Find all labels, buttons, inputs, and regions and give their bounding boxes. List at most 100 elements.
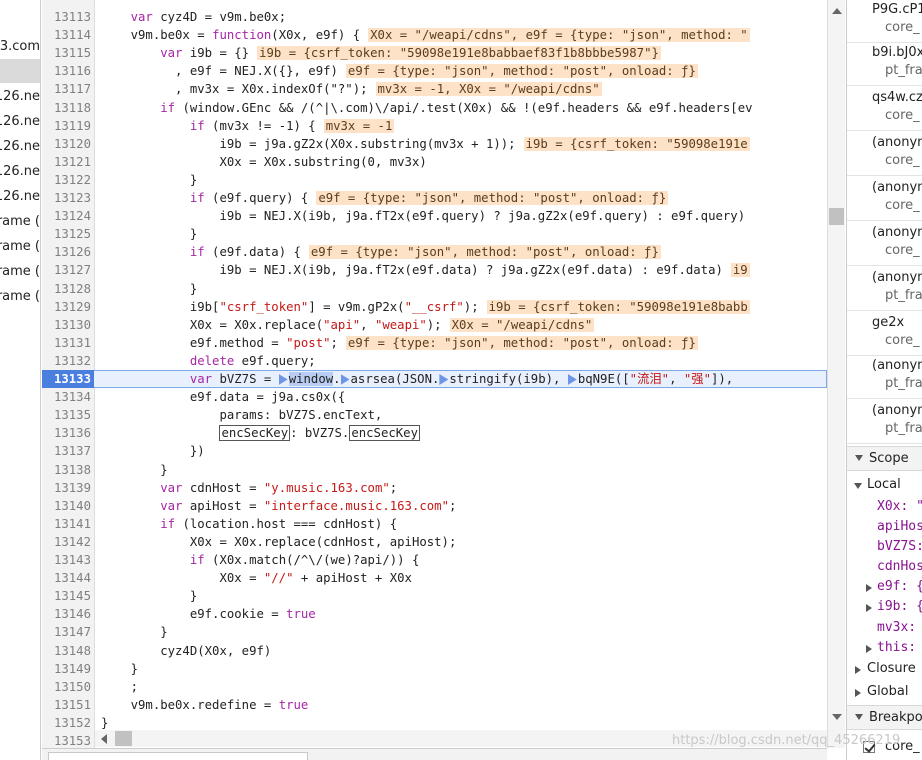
- code-line[interactable]: 13142 X0x = X0x.replace(cdnHost, apiHost…: [42, 533, 827, 551]
- file-tree-item[interactable]: [0, 59, 40, 83]
- code-line[interactable]: 13129 i9b["csrf_token"] = v9m.gP2x("__cs…: [42, 298, 827, 316]
- line-number[interactable]: 13122: [42, 171, 91, 189]
- line-number[interactable]: 13133: [42, 370, 94, 388]
- file-tree-item[interactable]: 126.ne: [0, 185, 40, 209]
- code-line[interactable]: 13143 if (X0x.match(/^\/(we)?api/)) {: [42, 551, 827, 569]
- scroll-left-arrow-icon[interactable]: [101, 734, 107, 744]
- expand-triangle-icon[interactable]: [854, 483, 862, 489]
- step-marker-icon[interactable]: [340, 374, 350, 385]
- find-field[interactable]: [48, 752, 308, 760]
- expand-triangle-icon[interactable]: [866, 645, 872, 653]
- file-tree-item[interactable]: 126.ne: [0, 135, 40, 159]
- code-line[interactable]: 13127 i9b = NEJ.X(i9b, j9a.fT2x(e9f.data…: [42, 261, 827, 279]
- scope-var-cdnhost[interactable]: cdnHos: [877, 559, 922, 574]
- scrollbar-thumb[interactable]: [829, 208, 844, 225]
- scope-section-header[interactable]: Scope: [847, 446, 922, 471]
- scope-closure[interactable]: Closure: [867, 661, 916, 676]
- code-line[interactable]: 13140 var apiHost = "interface.music.163…: [42, 497, 827, 515]
- call-frame[interactable]: (anonym pt_fra: [847, 399, 922, 444]
- line-number[interactable]: 13121: [42, 153, 91, 171]
- code-line[interactable]: 13117 , mv3x = X0x.indexOf("?"); mv3x = -…: [42, 80, 827, 98]
- line-number[interactable]: 13145: [42, 587, 91, 605]
- scrollbar-thumb[interactable]: [115, 731, 132, 746]
- line-number[interactable]: 13113: [42, 8, 91, 26]
- line-number[interactable]: 13117: [42, 80, 91, 98]
- code-line[interactable]: 13137 }): [42, 442, 827, 460]
- line-number[interactable]: 13130: [42, 316, 91, 334]
- code-line[interactable]: 13147 }: [42, 623, 827, 641]
- code-line[interactable]: 13113 var cyz4D = v9m.be0x;: [42, 8, 827, 26]
- code-line[interactable]: 13116 , e9f = NEJ.X({}, e9f) e9f = {type:…: [42, 62, 827, 80]
- line-number[interactable]: 13153: [42, 732, 91, 748]
- line-number[interactable]: 13150: [42, 678, 91, 696]
- line-number[interactable]: 13114: [42, 26, 91, 44]
- code-line[interactable]: 13146 e9f.cookie = true: [42, 605, 827, 623]
- line-number[interactable]: 13129: [42, 298, 91, 316]
- editor-vertical-scrollbar[interactable]: [827, 0, 845, 748]
- expand-triangle-icon[interactable]: [855, 689, 861, 697]
- code-line[interactable]: 13141 if (location.host === cdnHost) {: [42, 515, 827, 533]
- expand-triangle-icon[interactable]: [866, 604, 872, 612]
- code-line[interactable]: 13124 i9b = NEJ.X(i9b, j9a.fT2x(e9f.quer…: [42, 207, 827, 225]
- line-number[interactable]: 13140: [42, 497, 91, 515]
- call-frame[interactable]: P9G.cP1 core_: [847, 0, 922, 43]
- line-number[interactable]: 13149: [42, 660, 91, 678]
- line-number[interactable]: 13136: [42, 424, 91, 442]
- call-frame[interactable]: b9i.bJ0x pt_fra: [847, 41, 922, 86]
- code-line[interactable]: 13121 X0x = X0x.substring(0, mv3x): [42, 153, 827, 171]
- code-line[interactable]: 13134 e9f.data = j9a.cs0x({: [42, 388, 827, 406]
- line-number[interactable]: 13124: [42, 207, 91, 225]
- file-tree-item[interactable]: 126.ne: [0, 85, 40, 109]
- code-line[interactable]: 13138 }: [42, 461, 827, 479]
- current-execution-line[interactable]: 13133 var bVZ7S = window. asrsea(JSON. str…: [42, 370, 827, 389]
- line-number[interactable]: 13119: [42, 117, 91, 135]
- line-number[interactable]: 13131: [42, 334, 91, 352]
- line-number[interactable]: 13137: [42, 442, 91, 460]
- code-line[interactable]: 13118 if (window.GEnc && /(^|\.com)\/api…: [42, 99, 827, 117]
- file-tree-item[interactable]: 126.ne: [0, 110, 40, 134]
- call-frame[interactable]: qs4w.cz core_: [847, 86, 922, 131]
- scope-var-bvz7s[interactable]: bVZ7S:: [877, 539, 922, 554]
- file-tree-item[interactable]: rame (: [0, 260, 40, 284]
- step-marker-icon[interactable]: [278, 374, 288, 385]
- expand-triangle-icon[interactable]: [866, 584, 872, 592]
- expand-triangle-icon[interactable]: [855, 666, 861, 674]
- code-line[interactable]: 13119 if (mv3x != -1) {mv3x = -1: [42, 117, 827, 135]
- call-frame[interactable]: ge2x core_: [847, 311, 922, 356]
- code-line[interactable]: 13144 X0x = "//" + apiHost + X0x: [42, 569, 827, 587]
- line-number[interactable]: 13151: [42, 696, 91, 714]
- step-marker-icon[interactable]: [567, 374, 577, 385]
- code-line[interactable]: 13135 params: bVZ7S.encText,: [42, 406, 827, 424]
- file-tree-item[interactable]: rame (: [0, 235, 40, 259]
- code-line[interactable]: 13120 i9b = j9a.gZ2x(X0x.substring(mv3x …: [42, 135, 827, 153]
- code-line[interactable]: 13151 v9m.be0x.redefine = true: [42, 696, 827, 714]
- line-number[interactable]: 13115: [42, 44, 91, 62]
- code-line[interactable]: 13136 encSecKey: bVZ7S. encSecKey: [42, 424, 827, 442]
- scope-var-mv3x[interactable]: mv3x:: [877, 620, 916, 635]
- line-number[interactable]: 13125: [42, 225, 91, 243]
- line-number[interactable]: 13128: [42, 280, 91, 298]
- code-line[interactable]: 13132 delete e9f.query;: [42, 352, 827, 370]
- line-number[interactable]: 13139: [42, 479, 91, 497]
- scope-var-e9f[interactable]: e9f: {: [877, 579, 922, 594]
- scope-var-apihost[interactable]: apiHos: [877, 519, 922, 534]
- scroll-up-arrow-icon[interactable]: [832, 8, 842, 14]
- code-line[interactable]: 13126 if (e9f.data) {e9f = {type: "json"…: [42, 243, 827, 261]
- line-number[interactable]: 13142: [42, 533, 91, 551]
- call-frame[interactable]: (anonym core_: [847, 176, 922, 221]
- scroll-down-arrow-icon[interactable]: [832, 714, 842, 720]
- code-editor[interactable]: 13113 var cyz4D = v9m.be0x; 13114 v9m.be0…: [42, 0, 827, 748]
- step-marker-icon[interactable]: [439, 374, 449, 385]
- file-tree-item[interactable]: rame (: [0, 285, 40, 309]
- file-tree-item[interactable]: 126.ne: [0, 160, 40, 184]
- line-number[interactable]: 13147: [42, 623, 91, 641]
- line-number[interactable]: 13132: [42, 352, 91, 370]
- line-number[interactable]: 13127: [42, 261, 91, 279]
- code-line[interactable]: 13149 }: [42, 660, 827, 678]
- file-tree-item[interactable]: rame (: [0, 210, 40, 234]
- code-line[interactable]: 13114 v9m.be0x = function(X0x, e9f) {X0x…: [42, 26, 827, 44]
- code-line[interactable]: 13139 var cdnHost = "y.music.163.com";: [42, 479, 827, 497]
- scope-var-i9b[interactable]: i9b: {: [877, 599, 922, 614]
- call-frame[interactable]: (anonym core_: [847, 221, 922, 266]
- code-line[interactable]: 13150 ;: [42, 678, 827, 696]
